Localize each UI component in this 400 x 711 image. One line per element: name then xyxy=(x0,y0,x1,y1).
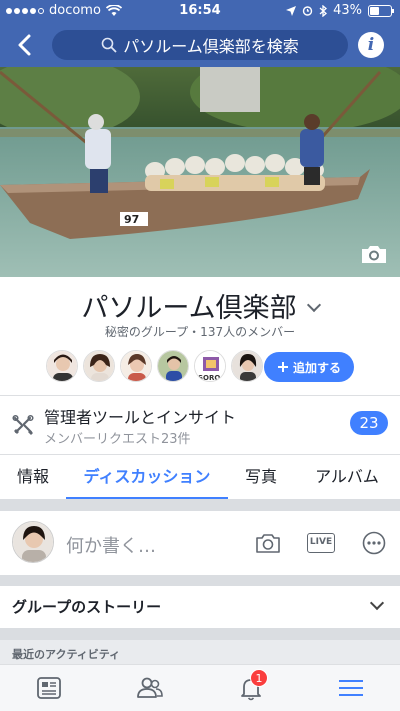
group-tabs: 情報 ディスカッション 写真 アルバム xyxy=(0,455,400,499)
recent-activity-header: 最近のアクティビティ xyxy=(0,640,400,664)
member-request-count: メンバーリクエスト23件 xyxy=(44,432,191,447)
admin-tools-title: 管理者ツールとインサイト xyxy=(44,408,237,427)
camera-icon[interactable] xyxy=(360,243,388,265)
notifications-button[interactable]: 1 xyxy=(236,669,268,703)
admin-tools-row[interactable]: 管理者ツールとインサイト メンバーリクエスト23件 23 xyxy=(0,396,400,454)
notification-badge: 1 xyxy=(250,669,268,687)
tab-info[interactable]: 情報 xyxy=(0,455,66,499)
stories-title: グループのストーリー xyxy=(12,598,162,616)
group-page: docomo 16:54 43% パソルーム倶楽部を検索 i 97 パソルーム倶… xyxy=(0,0,400,711)
section-gap xyxy=(0,628,400,640)
news-feed-icon[interactable] xyxy=(34,673,64,703)
chevron-down-icon[interactable] xyxy=(369,595,385,611)
tab-photos[interactable]: 写真 xyxy=(228,455,294,499)
battery-icon xyxy=(368,4,394,17)
post-composer[interactable]: 何か書く… LIVE xyxy=(0,511,400,575)
more-icon[interactable] xyxy=(361,531,387,555)
cover-image: 97 xyxy=(0,67,400,277)
avatar[interactable]: SORO xyxy=(194,350,226,382)
add-member-button[interactable]: 追加する xyxy=(264,352,354,382)
tab-discussion[interactable]: ディスカッション xyxy=(66,455,228,499)
alarm-icon xyxy=(302,6,313,16)
member-avatars[interactable]: SORO xyxy=(46,350,263,382)
battery-percent: 43% xyxy=(333,3,362,18)
avatar[interactable] xyxy=(157,350,189,382)
group-title[interactable]: パソルーム倶楽部 xyxy=(0,286,400,325)
location-icon xyxy=(286,5,297,16)
search-placeholder: パソルーム倶楽部を検索 xyxy=(123,37,299,56)
group-stories-row[interactable]: グループのストーリー xyxy=(0,586,400,628)
recent-activity-label: 最近のアクティビティ xyxy=(12,648,121,661)
live-video-button[interactable]: LIVE xyxy=(307,533,335,553)
avatar[interactable] xyxy=(231,350,263,382)
composer-input[interactable]: 何か書く… xyxy=(66,532,156,558)
group-subtitle: 秘密のグループ・137人のメンバー xyxy=(104,325,296,339)
admin-tools-icon xyxy=(12,414,34,435)
search-icon xyxy=(101,37,117,53)
camera-icon[interactable] xyxy=(255,531,281,555)
back-arrow-icon[interactable] xyxy=(12,32,38,58)
section-gap xyxy=(0,499,400,511)
info-icon[interactable]: i xyxy=(358,32,384,58)
avatar[interactable] xyxy=(83,350,115,382)
status-bar: docomo 16:54 43% xyxy=(0,0,400,22)
chevron-down-icon[interactable] xyxy=(306,297,321,313)
avatar xyxy=(12,521,54,563)
cover-photo[interactable]: 97 xyxy=(0,67,400,277)
section-gap xyxy=(0,575,400,586)
add-member-label: 追加する xyxy=(292,360,341,375)
bottom-nav: 1 xyxy=(0,664,400,711)
plus-icon xyxy=(277,362,288,372)
avatar[interactable] xyxy=(46,350,78,382)
admin-badge: 23 xyxy=(350,411,388,435)
groups-icon[interactable] xyxy=(135,673,165,703)
menu-icon[interactable] xyxy=(336,673,366,703)
svg-text:SORO: SORO xyxy=(198,374,220,382)
top-bar: docomo 16:54 43% パソルーム倶楽部を検索 i xyxy=(0,0,400,67)
bluetooth-icon xyxy=(319,4,328,17)
avatar[interactable] xyxy=(120,350,152,382)
svg-text:97: 97 xyxy=(124,213,139,226)
group-search-input[interactable]: パソルーム倶楽部を検索 xyxy=(52,30,348,60)
tab-albums[interactable]: アルバム xyxy=(294,455,400,499)
